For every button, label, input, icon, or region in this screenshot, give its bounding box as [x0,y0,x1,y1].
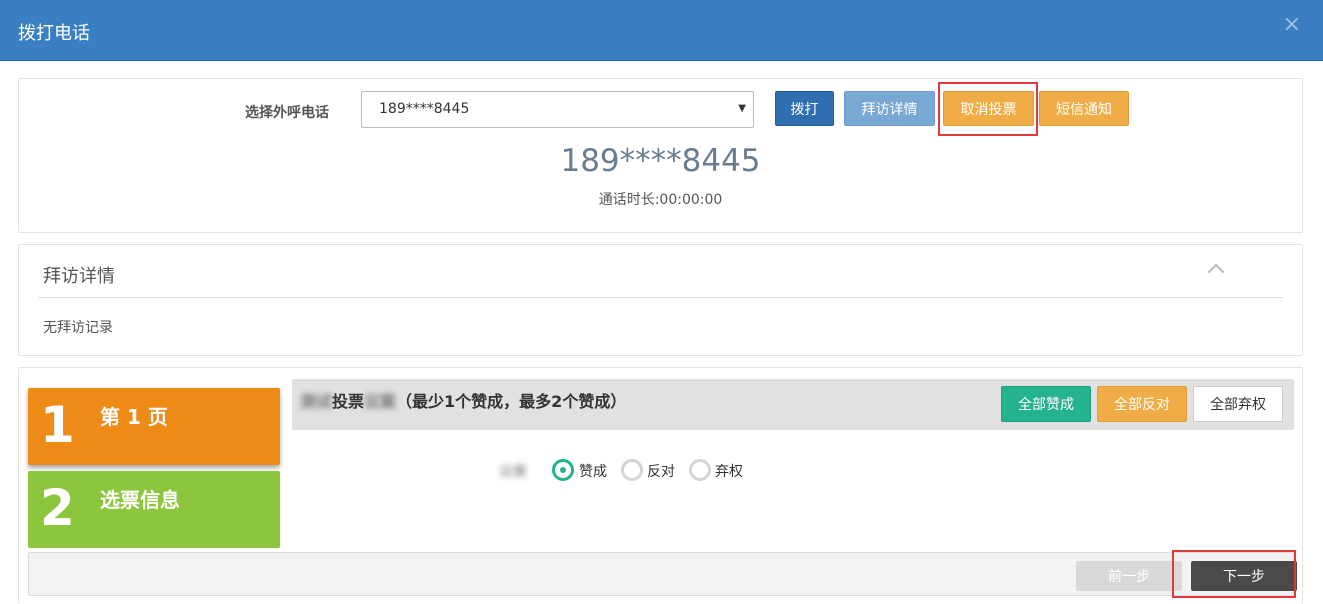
oppose-radio[interactable] [621,459,643,481]
oppose-label: 反对 [647,464,675,480]
chevron-up-icon[interactable] [1207,263,1225,281]
dialog-title: 拨打电话 [18,23,90,44]
visit-panel-title: 拜访详情 [43,266,115,287]
next-step-button[interactable]: 下一步 [1191,561,1297,591]
topic-text: 投票 [332,392,365,411]
caret-down-icon: ▼ [738,103,746,114]
step-number: 2 [40,479,75,537]
divider [38,297,1283,298]
visit-panel: 拜访详情 无拜访记录 [18,244,1303,356]
all-abstain-button[interactable]: 全部弃权 [1193,386,1283,422]
abstain-label: 弃权 [715,464,743,480]
visit-empty-text: 无拜访记录 [43,320,113,336]
phone-select-value: 189****8445 [379,101,470,117]
topic-blurred-text: 议案 [364,392,397,411]
topic-rule: （最少1个赞成，最多2个赞成） [396,392,627,411]
step-number: 1 [40,396,75,454]
step-label: 第 1 页 [100,405,168,429]
dialog-header: 拨打电话 × [0,0,1323,61]
vote-panel: 1 第 1 页 2 选票信息 测试投票议案（最少1个赞成，最多2个赞成） 全部赞… [18,367,1303,604]
step-label: 选票信息 [100,488,180,512]
cancel-vote-button[interactable]: 取消投票 [943,91,1034,126]
visit-detail-button[interactable]: 拜访详情 [844,91,935,126]
step-1-card[interactable]: 1 第 1 页 [28,388,280,465]
display-phone-number: 189****8445 [560,143,761,179]
abstain-radio[interactable] [689,459,711,481]
call-panel: 选择外呼电话 189****8445 ▼ 拨打 拜访详情 取消投票 短信通知 1… [18,78,1303,233]
step-2-card[interactable]: 2 选票信息 [28,471,280,548]
sms-notify-button[interactable]: 短信通知 [1039,91,1129,126]
phone-select-label: 选择外呼电话 [245,105,329,121]
topic-blurred-text: 测试 [300,392,333,411]
close-icon[interactable]: × [1283,14,1301,36]
dial-button[interactable]: 拨打 [775,91,834,126]
all-approve-button[interactable]: 全部赞成 [1001,386,1091,422]
option-name: 议案 [499,464,527,480]
all-oppose-button[interactable]: 全部反对 [1097,386,1187,422]
step-nav-bar: 前一步 下一步 [28,552,1297,596]
prev-step-button[interactable]: 前一步 [1076,561,1182,591]
topic-bar: 测试投票议案（最少1个赞成，最多2个赞成） 全部赞成 全部反对 全部弃权 [292,379,1294,430]
approve-label: 赞成 [579,464,607,480]
approve-radio[interactable] [552,459,574,481]
phone-select[interactable]: 189****8445 ▼ [361,91,754,128]
call-duration: 通话时长:00:00:00 [598,192,723,208]
topic-title: 测试投票议案（最少1个赞成，最多2个赞成） [300,388,626,412]
